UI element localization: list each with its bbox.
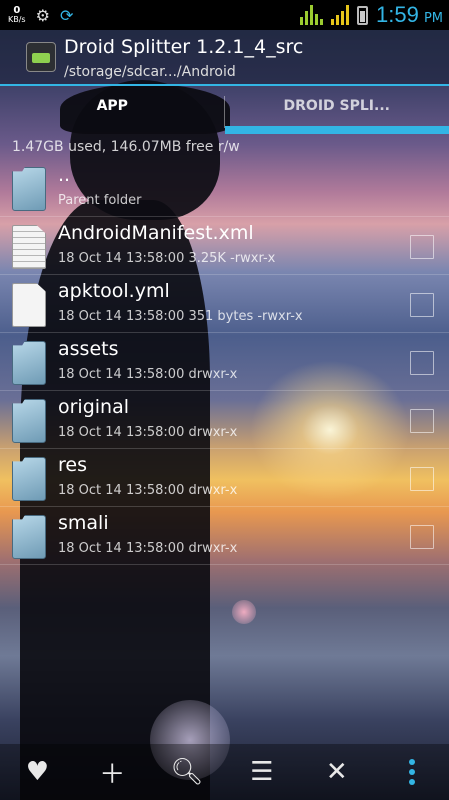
battery-icon (357, 5, 369, 25)
search-icon[interactable]: 🔍︎ (167, 752, 207, 792)
select-checkbox[interactable] (410, 351, 434, 375)
list-item-androidmanifest[interactable]: AndroidManifest.xml 18 Oct 14 13:58:00 3… (0, 217, 449, 275)
file-meta: 18 Oct 14 13:58:00 drwxr-x (58, 483, 238, 498)
folder-icon (12, 341, 46, 385)
clock: 1:59 PM (376, 2, 443, 28)
file-name: AndroidManifest.xml (58, 222, 254, 244)
app-header: Droid Splitter 1.2.1_4_src /storage/sdca… (0, 30, 449, 86)
usb-debug-icon: ⚙ (35, 5, 50, 25)
clock-ampm: PM (423, 11, 443, 26)
file-meta: 18 Oct 14 13:58:00 drwxr-x (58, 541, 238, 556)
list-item-res[interactable]: res 18 Oct 14 13:58:00 drwxr-x (0, 449, 449, 507)
tab-divider (224, 96, 225, 128)
network-speed-indicator: 0 KB/s (8, 5, 26, 25)
network-speed-value: 0 (13, 5, 21, 16)
plus-icon[interactable]: ＋ (92, 752, 132, 792)
bottom-toolbar: ♥ ＋ 🔍︎ ☰ ✕ (0, 744, 449, 800)
folder-icon (12, 457, 46, 501)
heart-icon[interactable]: ♥ (17, 752, 57, 792)
file-icon (12, 283, 46, 327)
select-checkbox[interactable] (410, 235, 434, 259)
select-checkbox[interactable] (410, 409, 434, 433)
xml-file-icon (12, 225, 46, 269)
file-name: assets (58, 338, 119, 360)
file-name: original (58, 396, 130, 418)
list-item-smali[interactable]: smali 18 Oct 14 13:58:00 drwxr-x (0, 507, 449, 565)
list-item-parent-folder[interactable]: .. Parent folder (0, 159, 449, 217)
list-item-original[interactable]: original 18 Oct 14 13:58:00 drwxr-x (0, 391, 449, 449)
file-meta: 18 Oct 14 13:58:00 drwxr-x (58, 425, 238, 440)
file-list: .. Parent folder AndroidManifest.xml 18 … (0, 159, 449, 565)
list-item-apktool[interactable]: apktool.yml 18 Oct 14 13:58:00 351 bytes… (0, 275, 449, 333)
select-checkbox[interactable] (410, 467, 434, 491)
file-name: .. (58, 164, 71, 186)
select-checkbox[interactable] (410, 525, 434, 549)
sort-icon[interactable]: ☰ (242, 752, 282, 792)
tab-app[interactable]: APP (0, 86, 225, 134)
tab-droid-splitter[interactable]: DROID SPLI... (224, 86, 449, 134)
list-item-assets[interactable]: assets 18 Oct 14 13:58:00 drwxr-x (0, 333, 449, 391)
signal-strength-icon (331, 5, 350, 25)
background-lens-flare (232, 600, 256, 624)
storage-info: 1.47GB used, 146.07MB free r/w (12, 139, 240, 155)
network-activity-icon (300, 5, 324, 25)
file-name: res (58, 454, 87, 476)
folder-icon (12, 399, 46, 443)
sync-icon: ⟳ (59, 5, 74, 25)
app-icon[interactable] (26, 42, 56, 72)
current-path[interactable]: /storage/sdcar.../Android (64, 64, 236, 80)
status-bar: 0 KB/s ⚙ ⟳ 1:59 PM (0, 0, 449, 30)
app-title: Droid Splitter 1.2.1_4_src (64, 36, 304, 58)
select-checkbox[interactable] (410, 293, 434, 317)
network-speed-unit: KB/s (8, 15, 26, 24)
clock-time: 1:59 (376, 2, 419, 27)
close-icon[interactable]: ✕ (317, 752, 357, 792)
file-meta: 18 Oct 14 13:58:00 drwxr-x (58, 367, 238, 382)
folder-icon (12, 515, 46, 559)
folder-icon (12, 167, 46, 211)
file-name: apktool.yml (58, 280, 170, 302)
file-meta: Parent folder (58, 193, 142, 208)
file-meta: 18 Oct 14 13:58:00 351 bytes -rwxr-x (58, 309, 303, 324)
file-meta: 18 Oct 14 13:58:00 3.25K -rwxr-x (58, 251, 276, 266)
file-name: smali (58, 512, 109, 534)
overflow-menu-icon[interactable] (392, 752, 432, 792)
